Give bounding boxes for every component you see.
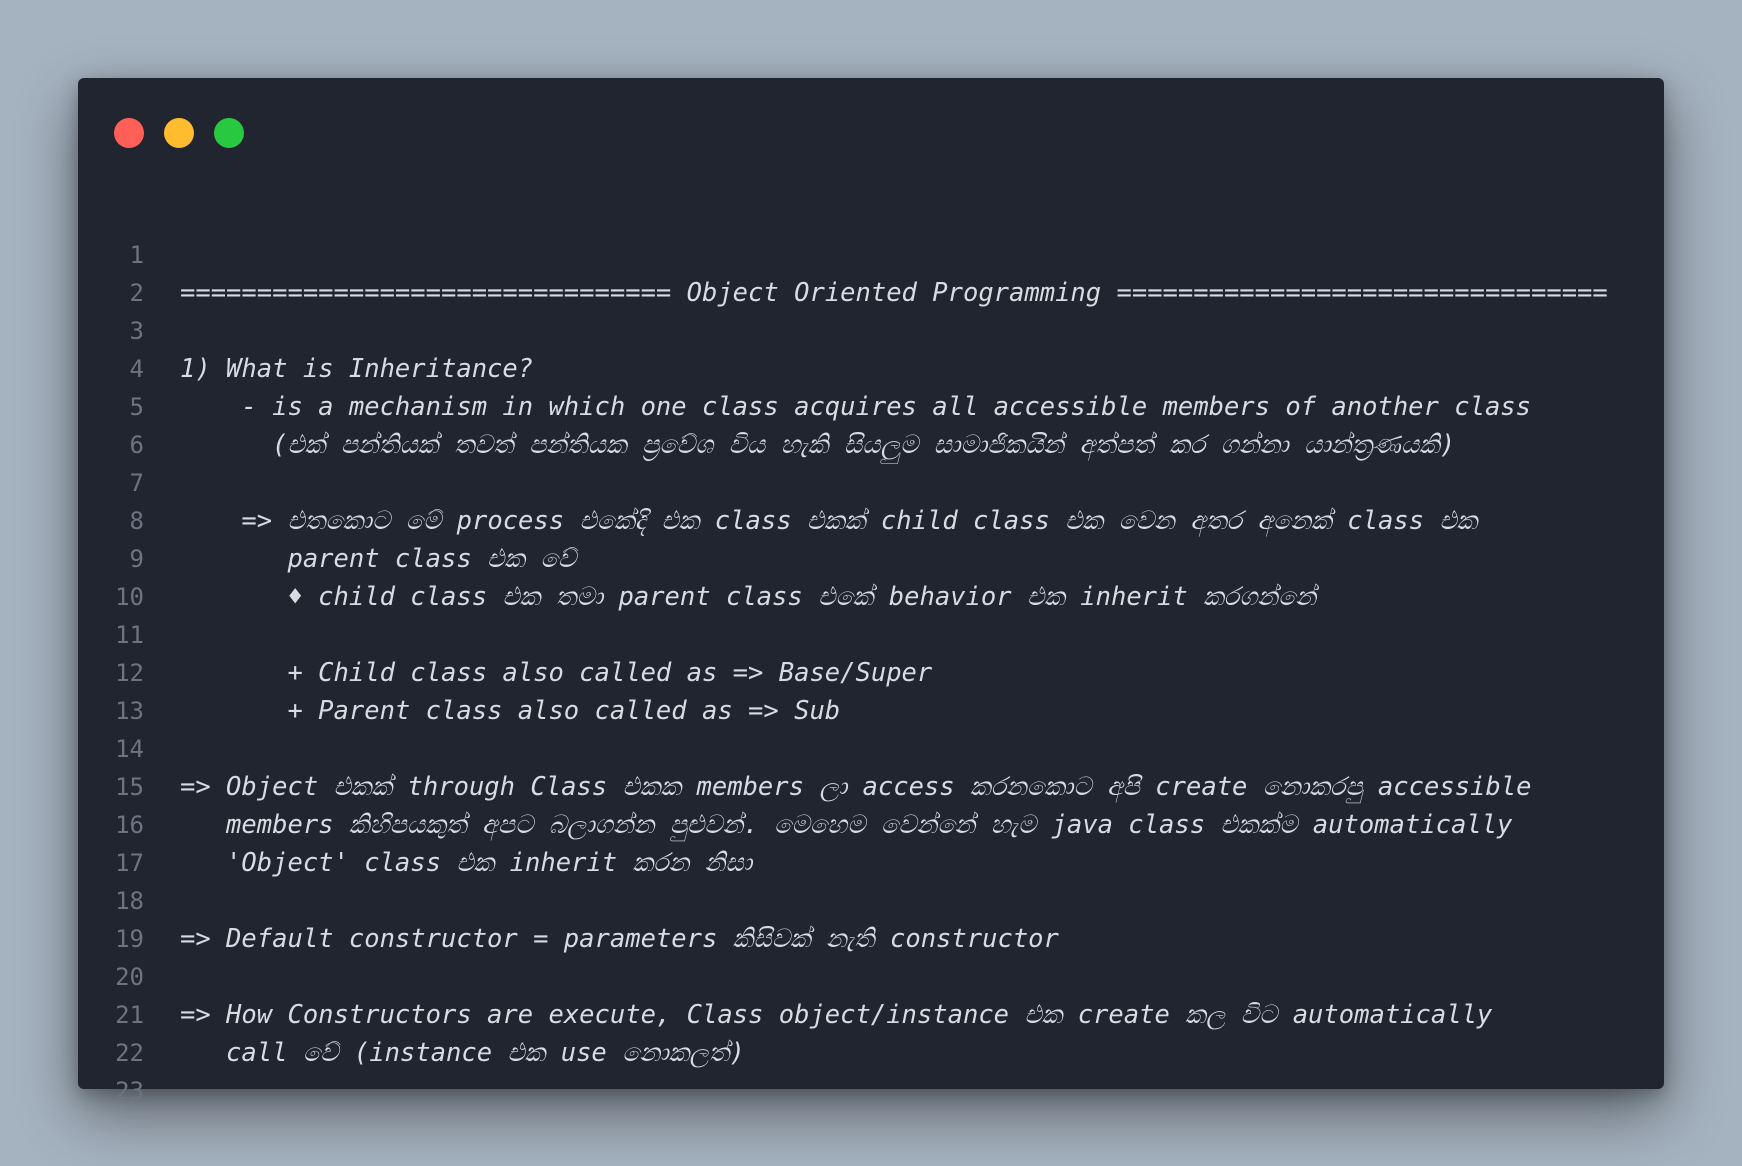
code-line: 11 bbox=[78, 616, 1664, 654]
code-line: 7 bbox=[78, 464, 1664, 502]
line-number: 8 bbox=[129, 507, 144, 535]
line-number: 18 bbox=[115, 887, 144, 915]
line-number: 4 bbox=[129, 355, 144, 383]
line-number: 12 bbox=[115, 659, 144, 687]
close-button[interactable] bbox=[114, 118, 144, 148]
line-number: 2 bbox=[129, 279, 144, 307]
line-text[interactable]: ================================ Object … bbox=[180, 274, 1608, 312]
line-text[interactable]: 'Object' class එක inherit කරන නිසා bbox=[180, 844, 752, 882]
code-window: 1 2 ================================ Objec… bbox=[78, 78, 1664, 1105]
line-text[interactable]: call වේ (instance එක use නොකලත්) bbox=[180, 1034, 745, 1072]
line-number: 22 bbox=[115, 1039, 144, 1067]
line-number: 19 bbox=[115, 925, 144, 953]
line-text[interactable]: parent class එක වේ bbox=[180, 540, 576, 578]
code-line: 5 - is a mechanism in which one class ac… bbox=[78, 388, 1664, 426]
maximize-button[interactable] bbox=[214, 118, 244, 148]
line-number: 16 bbox=[115, 811, 144, 839]
window-controls bbox=[114, 118, 264, 148]
line-number: 20 bbox=[115, 963, 144, 991]
line-number: 3 bbox=[129, 317, 144, 345]
code-line: 9 parent class එක වේ bbox=[78, 540, 1664, 578]
code-line: 6 (එක් පන්තියක් තවත් පන්තියක ප්‍රවේශ විය… bbox=[78, 426, 1664, 464]
code-line: 12 + Child class also called as => Base/… bbox=[78, 654, 1664, 692]
minimize-button[interactable] bbox=[164, 118, 194, 148]
line-number: 17 bbox=[115, 849, 144, 877]
line-number: 15 bbox=[115, 773, 144, 801]
line-text[interactable]: + Parent class also called as => Sub bbox=[180, 692, 840, 730]
code-line: 20 bbox=[78, 958, 1664, 996]
line-text[interactable]: members කිහිපයකුත් අපට බලාගන්න පුළුවන්. … bbox=[180, 806, 1512, 844]
line-text[interactable]: 1) What is Inheritance? bbox=[180, 350, 533, 388]
code-line: 3 bbox=[78, 312, 1664, 350]
code-line: 18 bbox=[78, 882, 1664, 920]
code-line: 23 bbox=[78, 1072, 1664, 1110]
code-line: 13 + Parent class also called as => Sub bbox=[78, 692, 1664, 730]
line-text[interactable]: - is a mechanism in which one class acqu… bbox=[180, 388, 1531, 426]
line-text[interactable]: => Object එකක් through Class එකක members… bbox=[180, 768, 1531, 806]
code-line: 22 call වේ (instance එක use නොකලත්) bbox=[78, 1034, 1664, 1072]
code-line: 15 => Object එකක් through Class එකක membe… bbox=[78, 768, 1664, 806]
line-number: 11 bbox=[115, 621, 144, 649]
line-number: 6 bbox=[129, 431, 144, 459]
line-text[interactable]: (එක් පන්තියක් තවත් පන්තියක ප්‍රවේශ විය හ… bbox=[180, 426, 1455, 464]
line-number: 13 bbox=[115, 697, 144, 725]
line-number: 5 bbox=[129, 393, 144, 421]
code-line: 1 bbox=[78, 236, 1664, 274]
line-text[interactable]: ♦ child class එක තමා parent class එකේ be… bbox=[180, 578, 1316, 616]
code-line: 14 bbox=[78, 730, 1664, 768]
line-number: 7 bbox=[129, 469, 144, 497]
line-text[interactable]: => Default constructor = parameters කිසි… bbox=[180, 920, 1059, 958]
line-number: 9 bbox=[129, 545, 144, 573]
line-text[interactable]: => එතකොට මේ process එකේදි එක class එකක් … bbox=[180, 502, 1477, 540]
line-number: 14 bbox=[115, 735, 144, 763]
line-number: 10 bbox=[115, 583, 144, 611]
line-number: 1 bbox=[129, 241, 144, 269]
code-line: 17 'Object' class එක inherit කරන නිසා bbox=[78, 844, 1664, 882]
code-line: 2 ================================ Object… bbox=[78, 274, 1664, 312]
code-line: 19 => Default constructor = parameters කි… bbox=[78, 920, 1664, 958]
code-line: 16 members කිහිපයකුත් අපට බලාගන්න පුළුවන… bbox=[78, 806, 1664, 844]
line-number: 23 bbox=[115, 1077, 144, 1105]
code-line: 4 1) What is Inheritance? bbox=[78, 350, 1664, 388]
code-line: 8 => එතකොට මේ process එකේදි එක class එකක… bbox=[78, 502, 1664, 540]
line-text[interactable]: + Child class also called as => Base/Sup… bbox=[180, 654, 932, 692]
line-text[interactable]: => How Constructors are execute, Class o… bbox=[180, 996, 1492, 1034]
line-number: 21 bbox=[115, 1001, 144, 1029]
code-line: 21 => How Constructors are execute, Class… bbox=[78, 996, 1664, 1034]
code-line: 10 ♦ child class එක තමා parent class එකේ… bbox=[78, 578, 1664, 616]
